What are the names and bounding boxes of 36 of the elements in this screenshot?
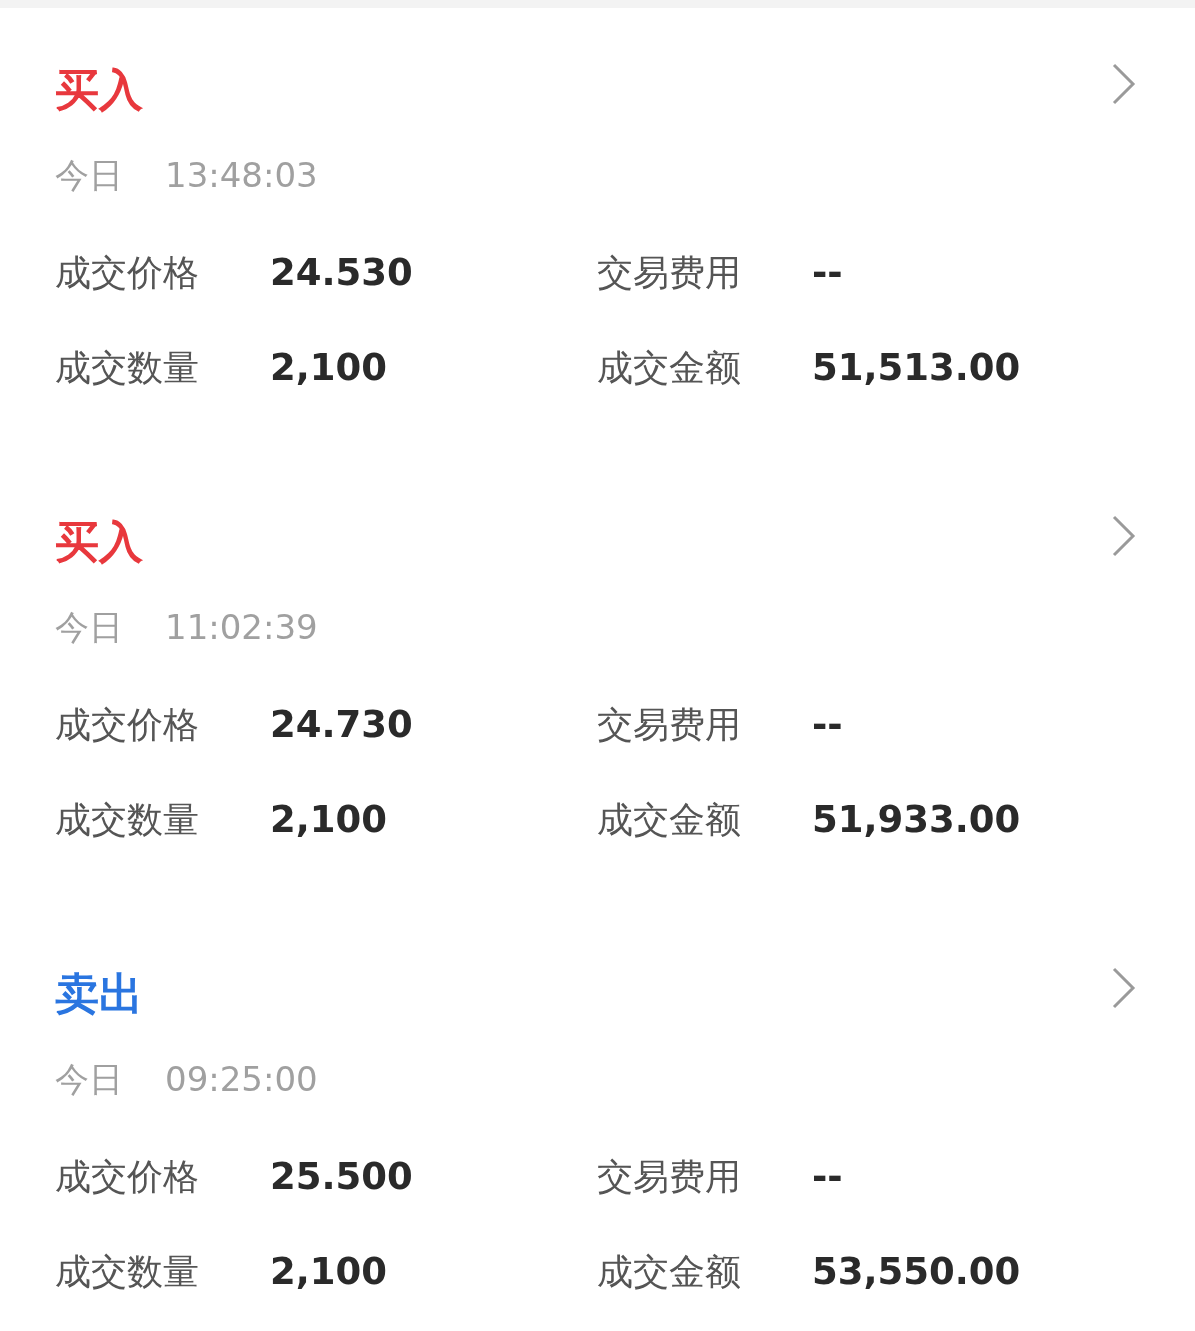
field-value: 51,513.00 bbox=[812, 345, 1021, 392]
chevron-right-icon[interactable] bbox=[1111, 62, 1137, 106]
trade-day: 今日 bbox=[55, 601, 165, 653]
chevron-right-icon[interactable] bbox=[1111, 966, 1137, 1010]
field-value: 25.500 bbox=[270, 1154, 413, 1201]
trade-day: 今日 bbox=[55, 1053, 165, 1105]
field-label: 成交金额 bbox=[597, 346, 742, 390]
chevron-right-icon[interactable] bbox=[1111, 514, 1137, 558]
field-value: 24.730 bbox=[270, 702, 413, 749]
field-value: 2,100 bbox=[270, 345, 388, 392]
field-label: 交易费用 bbox=[597, 703, 742, 747]
trade-time: 11:02:39 bbox=[165, 605, 318, 649]
field-label: 成交数量 bbox=[55, 1250, 200, 1294]
trade-time: 09:25:00 bbox=[165, 1057, 318, 1101]
field-value: -- bbox=[812, 1154, 843, 1201]
field-label: 成交价格 bbox=[55, 703, 200, 747]
field-value: 24.530 bbox=[270, 250, 413, 297]
field-label: 成交价格 bbox=[55, 251, 200, 295]
field-label: 成交金额 bbox=[597, 1250, 742, 1294]
field-label: 成交数量 bbox=[55, 798, 200, 842]
field-label: 成交数量 bbox=[55, 346, 200, 390]
field-label: 交易费用 bbox=[597, 1155, 742, 1199]
field-label: 成交金额 bbox=[597, 798, 742, 842]
trade-time: 13:48:03 bbox=[165, 153, 318, 197]
field-value: 2,100 bbox=[270, 1249, 388, 1296]
trade-side: 买入 bbox=[55, 63, 143, 117]
field-value: 2,100 bbox=[270, 797, 388, 844]
trade-side: 卖出 bbox=[55, 967, 143, 1021]
trade-day: 今日 bbox=[55, 149, 165, 201]
field-value: -- bbox=[812, 250, 843, 297]
field-label: 交易费用 bbox=[597, 251, 742, 295]
field-value: -- bbox=[812, 702, 843, 749]
field-value: 53,550.00 bbox=[812, 1249, 1021, 1296]
trade-side: 买入 bbox=[55, 515, 143, 569]
field-label: 成交价格 bbox=[55, 1155, 200, 1199]
field-value: 51,933.00 bbox=[812, 797, 1021, 844]
